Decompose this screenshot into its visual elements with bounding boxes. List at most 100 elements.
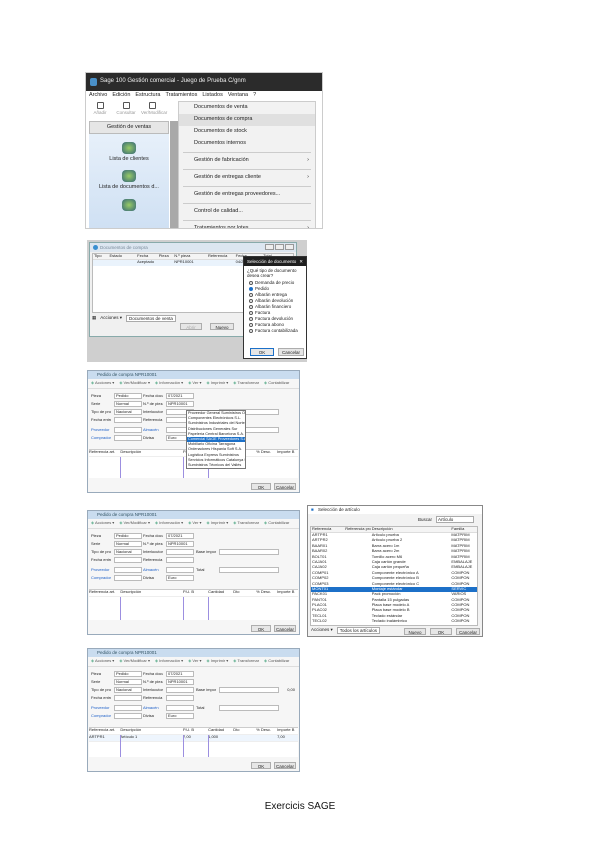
ok-button[interactable]: OK (430, 628, 452, 635)
menu-item[interactable]: Documentos de venta (179, 102, 315, 114)
new-button[interactable]: Nuevo (210, 323, 234, 330)
field-input[interactable] (114, 705, 142, 711)
field-label[interactable]: Proveedor (91, 428, 111, 433)
column-header[interactable]: Descripción (120, 590, 183, 596)
filter-selector[interactable]: Todos los artículos (336, 627, 381, 635)
cancel-button[interactable]: Cancelar (456, 628, 480, 635)
toolbar-button[interactable]: Imprimir ▾ (207, 380, 229, 386)
menu-item[interactable]: Documentos de compra (179, 114, 315, 126)
toolbar-button[interactable]: Acciones ▾ (91, 658, 114, 664)
sidebar-item-documents[interactable]: Lista de documentos d... (89, 170, 169, 191)
column-header[interactable]: Tipo (93, 254, 108, 259)
field-input[interactable] (114, 695, 142, 701)
menu-item[interactable]: Documentos internos (179, 138, 315, 150)
field-input[interactable] (166, 557, 194, 563)
toolbar-button[interactable]: Transformar (233, 380, 259, 386)
menu-item[interactable]: Tratamientos por lotes › (179, 223, 315, 228)
field-input[interactable]: Euro (166, 713, 194, 719)
menu-item[interactable]: Documentos de stock (179, 126, 315, 138)
field-label[interactable]: Comprador (91, 714, 111, 719)
new-button[interactable]: Nuevo (404, 628, 426, 635)
close-button[interactable] (285, 244, 294, 250)
column-header[interactable]: Descripción (120, 450, 183, 456)
column-header[interactable]: Importe B (277, 728, 298, 734)
field-input[interactable]: Normal (114, 541, 142, 547)
toolbar-button[interactable]: Ver ▾ (188, 380, 201, 386)
option-8[interactable]: Factura contabilizada (244, 328, 306, 334)
field-input[interactable]: NPR10001 (166, 541, 194, 547)
toolbar-button[interactable]: Transformar (233, 520, 259, 526)
toolbar-button[interactable]: Acciones ▾ (91, 380, 114, 386)
menu-item[interactable]: Gestión de entregas proveedores... (179, 189, 315, 201)
toolbar-button[interactable]: Ver ▾ (188, 658, 201, 664)
column-header[interactable]: Referencia art. (89, 728, 120, 734)
field-input[interactable]: 07/2021 (166, 393, 194, 399)
menu-2[interactable]: Estructura (135, 92, 160, 99)
dropdown-option[interactable]: Ordenadores Hispania Soft S.A. (187, 447, 245, 452)
field-input[interactable]: Normal (114, 401, 142, 407)
column-header[interactable]: Importe B (277, 590, 298, 596)
cancel-button[interactable]: Cancelar (278, 348, 304, 356)
menu-4[interactable]: Listados (202, 92, 223, 99)
field-label[interactable]: Proveedor (91, 568, 111, 573)
column-header[interactable]: P.U. B (183, 590, 208, 596)
column-header[interactable]: Referencia (311, 527, 344, 532)
field-input[interactable] (114, 417, 142, 423)
field-input[interactable]: 07/2021 (166, 533, 194, 539)
column-header[interactable]: Cantidad (208, 590, 233, 596)
toolbar-button[interactable]: Contabilizar (264, 658, 289, 664)
menu-item[interactable]: Gestión de fabricación › (179, 155, 315, 167)
column-header[interactable]: Dto (233, 728, 256, 734)
column-header[interactable]: P.U. B (183, 728, 208, 734)
field-input[interactable]: Nacional (114, 409, 142, 415)
column-header[interactable]: Pieza (158, 254, 173, 259)
column-header[interactable]: Cantidad (208, 728, 233, 734)
column-header[interactable]: Referencia (207, 254, 235, 259)
field-input[interactable]: NPR10001 (166, 679, 194, 685)
field-input[interactable]: 07/2021 (166, 671, 194, 677)
menu-item[interactable]: Control de calidad... (179, 206, 315, 218)
toolbar-button[interactable]: Consultar (115, 102, 137, 118)
ok-button[interactable]: OK (250, 348, 274, 356)
column-header[interactable]: Referencia art. (89, 450, 120, 456)
field-input[interactable]: Nacional (114, 687, 142, 693)
sidebar-item-clients[interactable]: Lista de clientes (89, 141, 169, 163)
field-input[interactable] (166, 705, 194, 711)
field-input[interactable] (114, 713, 142, 719)
field-label[interactable]: Comprador (91, 576, 111, 581)
field-input[interactable] (166, 695, 194, 701)
field-input[interactable]: Euro (166, 575, 194, 581)
field-input[interactable] (114, 567, 142, 573)
column-header[interactable]: Familia (450, 527, 477, 532)
toolbar-button[interactable]: Información ▾ (155, 380, 183, 386)
field-input[interactable] (219, 705, 279, 711)
open-button[interactable]: Abrir (180, 323, 202, 330)
menu-3[interactable]: Tratamientos (165, 92, 197, 99)
menu-5[interactable]: Ventana (228, 92, 248, 99)
toolbar-button[interactable]: Transformar (233, 658, 259, 664)
toolbar-button[interactable]: Ver/Modificar ▾ (119, 520, 150, 526)
menu-6[interactable]: ? (253, 92, 256, 99)
toolbar-button[interactable]: Ver/Modificar ▾ (119, 658, 150, 664)
field-input[interactable]: Pedido (114, 671, 142, 677)
toolbar-button[interactable]: Imprimir ▾ (207, 658, 229, 664)
column-header[interactable]: % Desc. (256, 450, 277, 456)
toolbar-button[interactable]: Acciones ▾ (91, 520, 114, 526)
search-input[interactable]: Artículo (436, 516, 474, 523)
column-header[interactable]: Descripción (120, 728, 183, 734)
field-input[interactable] (114, 575, 142, 581)
dropdown-option[interactable]: Distribuciones Generales Sur (187, 427, 245, 432)
toolbar-button[interactable]: Añadir (89, 102, 111, 118)
column-header[interactable]: Importe B (277, 450, 298, 456)
maximize-button[interactable] (275, 244, 284, 250)
field-input[interactable] (219, 567, 279, 573)
cancel-button[interactable]: Cancelar (274, 762, 296, 769)
field-input[interactable] (166, 687, 194, 693)
field-input[interactable] (219, 549, 279, 555)
menu-1[interactable]: Edición (112, 92, 130, 99)
column-header[interactable]: Dto (233, 590, 256, 596)
cancel-button[interactable]: Cancelar (274, 483, 296, 490)
field-input[interactable]: Pedido (114, 393, 142, 399)
toolbar-button[interactable]: Imprimir ▾ (207, 520, 229, 526)
column-header[interactable]: % Desc. (256, 728, 277, 734)
